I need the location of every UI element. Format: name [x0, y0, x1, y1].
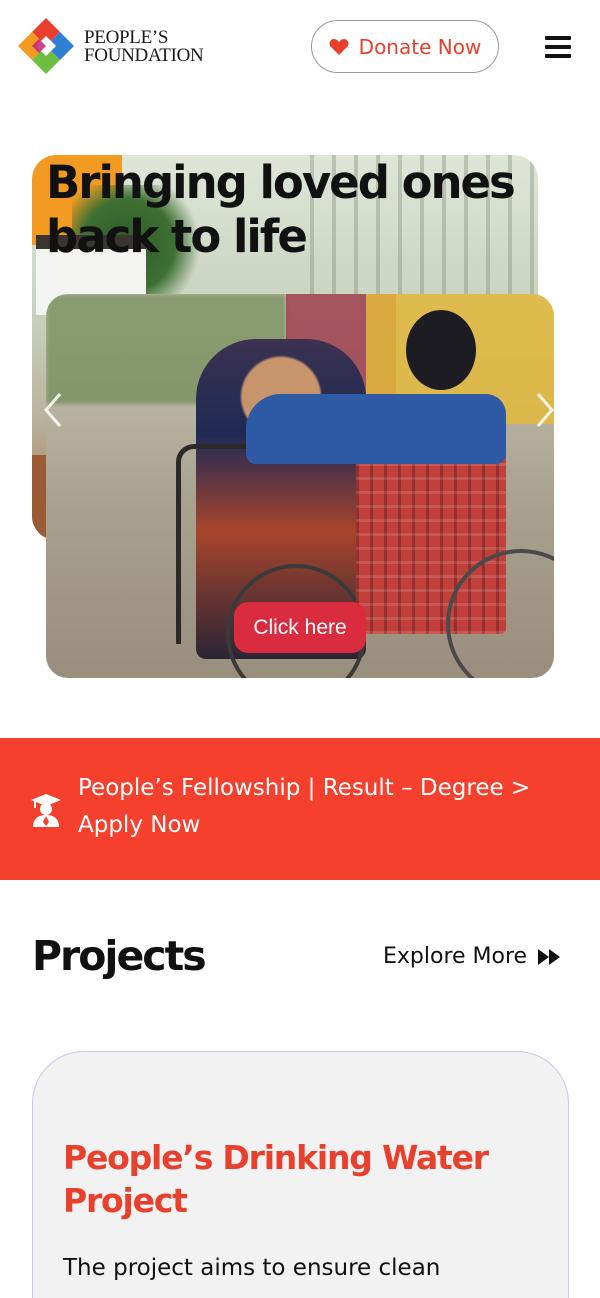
logo-wordmark: PEOPLE’S FOUNDATION — [84, 28, 204, 66]
peoples-foundation-logo[interactable] — [16, 16, 76, 76]
click-here-button[interactable]: Click here — [234, 602, 366, 653]
explore-more-link[interactable]: Explore More — [383, 944, 561, 969]
hero-carousel: Bringing loved ones back to life Click h… — [0, 150, 600, 690]
chevron-left-icon[interactable] — [42, 390, 64, 430]
fellowship-banner-text[interactable]: People’s Fellowship | Result – Degree > … — [78, 770, 578, 844]
donate-now-button[interactable]: Donate Now — [311, 20, 499, 73]
site-header: PEOPLE’S FOUNDATION Donate Now — [0, 0, 600, 96]
fast-forward-icon — [538, 948, 561, 965]
project-card-title[interactable]: People’s Drinking Water Project — [63, 1136, 543, 1222]
logo-line-2: FOUNDATION — [84, 45, 204, 66]
chevron-right-icon[interactable] — [534, 390, 556, 430]
hamburger-icon[interactable] — [545, 36, 571, 58]
heart-icon — [329, 38, 349, 55]
hero-title: Bringing loved ones back to life — [46, 156, 516, 263]
graduate-icon — [31, 794, 61, 827]
project-card-description: The project aims to ensure clean — [63, 1255, 441, 1281]
donate-now-label: Donate Now — [358, 34, 482, 59]
projects-heading: Projects — [32, 932, 207, 980]
explore-more-label: Explore More — [383, 944, 528, 969]
